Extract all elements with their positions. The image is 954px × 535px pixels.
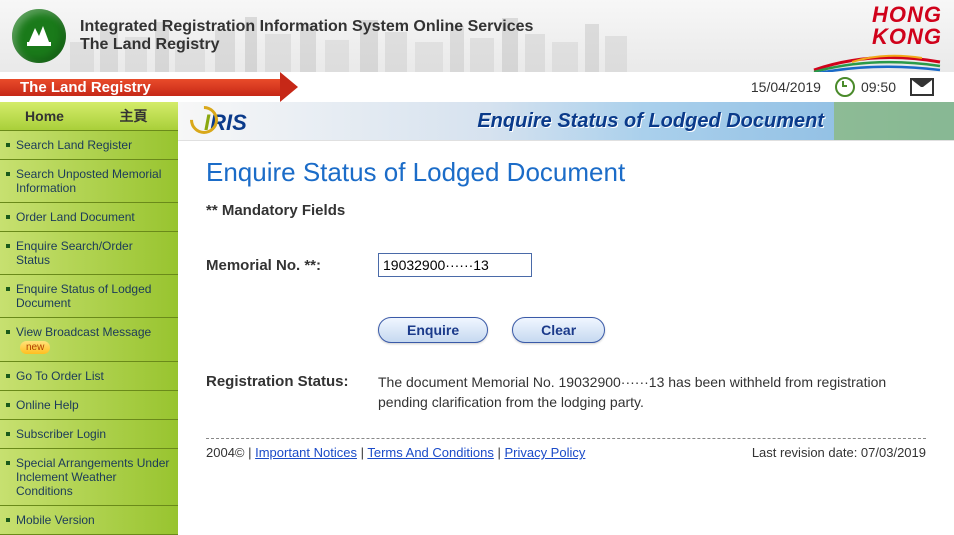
hk-text-1: HONG (812, 4, 942, 26)
status-label: Registration Status: (206, 373, 378, 390)
hk-swoosh-icon (812, 48, 942, 72)
footer-link-privacy[interactable]: Privacy Policy (504, 445, 585, 460)
nav-weather-arrangements[interactable]: Special Arrangements Under Inclement Wea… (0, 449, 178, 506)
hk-text-2: KONG (812, 26, 942, 48)
footer-copy: 2004© | (206, 445, 255, 460)
nav-view-broadcast-label: View Broadcast Message (16, 325, 151, 339)
nav-online-help[interactable]: Online Help (0, 391, 178, 420)
nav-go-to-order-list[interactable]: Go To Order List (0, 362, 178, 391)
footer: 2004© | Important Notices | Terms And Co… (206, 438, 926, 468)
memorial-input[interactable] (378, 253, 532, 277)
top-bar: The Land Registry 15/04/2019 09:50 (0, 72, 954, 102)
button-row: Enquire Clear (378, 317, 926, 343)
iris-logo: IRIS (190, 106, 247, 136)
landreg-logo (12, 9, 66, 63)
content-banner: IRIS Enquire Status of Lodged Document (178, 102, 954, 141)
new-badge: new (20, 341, 50, 354)
current-time: 09:50 (861, 79, 896, 95)
banner-photo (834, 102, 954, 140)
memorial-label: Memorial No. **: (206, 257, 378, 274)
hk-brand: HONG KONG (812, 4, 942, 72)
footer-link-notices[interactable]: Important Notices (255, 445, 357, 460)
nav-subscriber-login[interactable]: Subscriber Login (0, 420, 178, 449)
memorial-row: Memorial No. **: (206, 253, 926, 277)
enquire-button[interactable]: Enquire (378, 317, 488, 343)
home-tab[interactable]: Home 主頁 (0, 102, 178, 131)
mandatory-note: ** Mandatory Fields (206, 202, 926, 219)
nav-mobile-version[interactable]: Mobile Version (0, 506, 178, 535)
footer-left: 2004© | Important Notices | Terms And Co… (206, 445, 585, 460)
current-date: 15/04/2019 (751, 79, 821, 95)
left-nav: Home 主頁 Search Land Register Search Unpo… (0, 102, 178, 535)
nav-search-unposted[interactable]: Search Unposted Memorial Information (0, 160, 178, 203)
home-zh: 主頁 (89, 106, 178, 126)
red-bar-title: The Land Registry (0, 79, 280, 96)
page-heading: Enquire Status of Lodged Document (206, 157, 926, 188)
status-value: The document Memorial No. 19032900······… (378, 373, 926, 412)
footer-revision: Last revision date: 07/03/2019 (752, 445, 926, 460)
home-en: Home (0, 108, 89, 124)
nav-view-broadcast[interactable]: View Broadcast Message new (0, 318, 178, 362)
logo-svg (25, 22, 53, 50)
footer-link-terms[interactable]: Terms And Conditions (367, 445, 493, 460)
header: Integrated Registration Information Syst… (0, 0, 954, 72)
banner-title: Enquire Status of Lodged Document (477, 110, 824, 133)
page-body: Enquire Status of Lodged Document ** Man… (178, 141, 954, 468)
clock-icon (835, 77, 855, 97)
nav-order-land-document[interactable]: Order Land Document (0, 203, 178, 232)
status-row: Registration Status: The document Memori… (206, 373, 926, 412)
mail-icon[interactable] (910, 78, 934, 96)
nav-enquire-search-order[interactable]: Enquire Search/Order Status (0, 232, 178, 275)
nav-search-land-register[interactable]: Search Land Register (0, 131, 178, 160)
red-bar-triangle (280, 72, 298, 102)
bar-right: 15/04/2019 09:50 (298, 77, 954, 97)
content-area: IRIS Enquire Status of Lodged Document E… (178, 102, 954, 468)
clear-button[interactable]: Clear (512, 317, 605, 343)
nav-enquire-lodged-status[interactable]: Enquire Status of Lodged Document (0, 275, 178, 318)
